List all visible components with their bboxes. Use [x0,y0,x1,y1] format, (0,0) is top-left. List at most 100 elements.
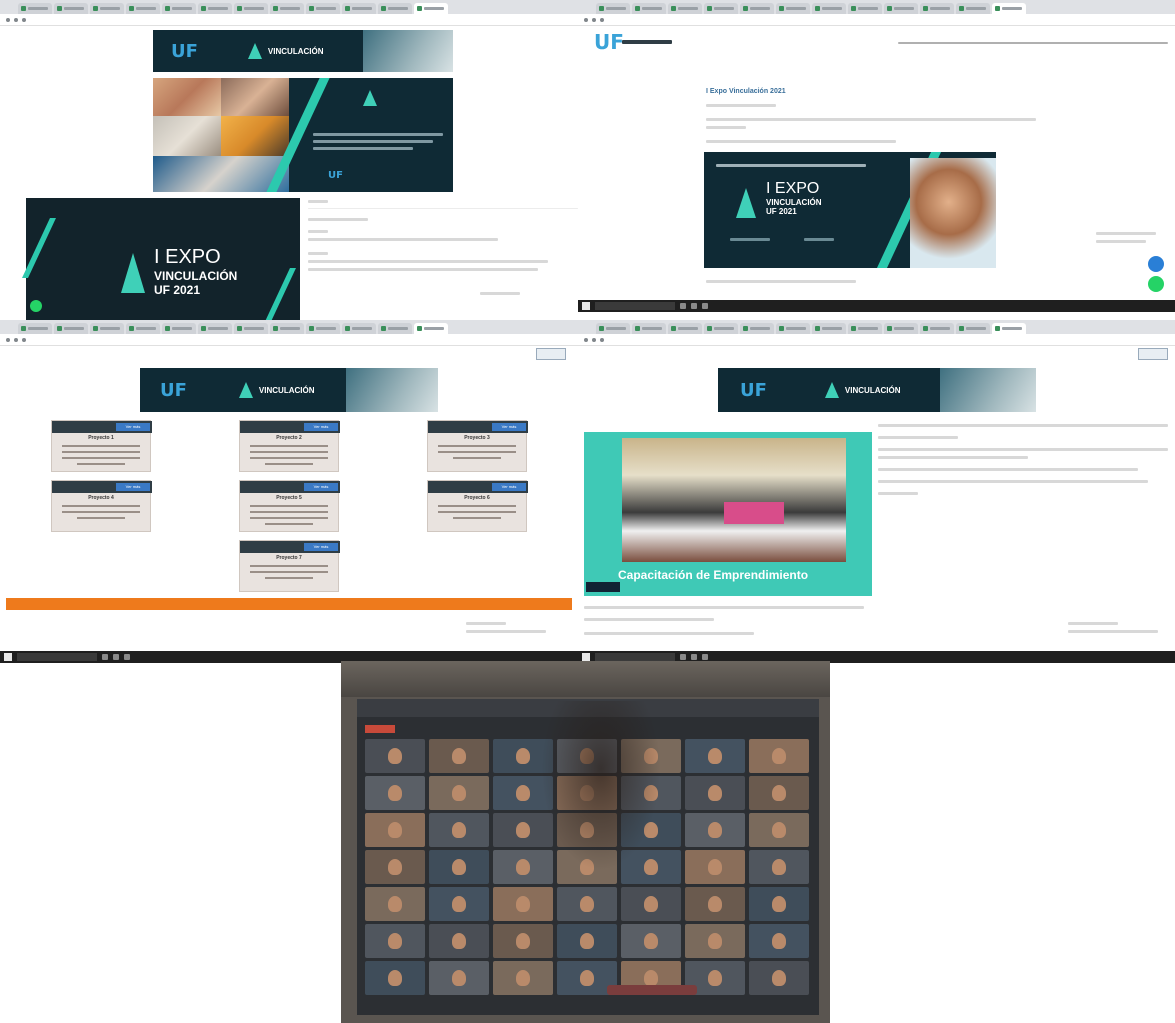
browser-tab-bar[interactable] [578,0,1175,14]
participant-tile[interactable] [749,739,809,773]
browser-tab-bar[interactable] [0,320,578,334]
browser-tab[interactable] [18,323,52,334]
browser-tab[interactable] [596,323,630,334]
project-card[interactable]: Ver más Proyecto 3 [427,420,528,472]
taskbar-app-icon[interactable] [113,654,119,660]
browser-tab[interactable] [668,3,702,14]
browser-tab[interactable] [776,3,810,14]
browser-tab[interactable] [596,3,630,14]
address-bar[interactable] [578,334,1175,346]
browser-tab[interactable] [884,323,918,334]
browser-tab-active[interactable] [414,323,448,334]
browser-tab[interactable] [126,3,160,14]
site-corner-logo[interactable] [536,348,566,360]
participant-tile[interactable] [621,924,681,958]
browser-tab[interactable] [306,323,340,334]
project-card[interactable]: Ver más Proyecto 2 [239,420,340,472]
project-more-button[interactable]: Ver más [116,423,150,431]
site-logo[interactable]: UF [594,30,624,54]
meeting-controls[interactable] [607,985,697,995]
participant-tile[interactable] [685,776,745,810]
participant-tile[interactable] [429,739,489,773]
participant-tile[interactable] [685,887,745,921]
taskbar-search-field[interactable] [595,302,675,310]
browser-tab[interactable] [812,3,846,14]
taskbar-app-icon[interactable] [702,303,708,309]
browser-tab[interactable] [704,3,738,14]
forward-icon[interactable] [14,337,18,342]
browser-tab[interactable] [90,3,124,14]
browser-tab-active[interactable] [414,3,448,14]
participant-tile[interactable] [749,924,809,958]
site-corner-logo[interactable] [1138,348,1168,360]
browser-tab[interactable] [162,3,196,14]
project-more-button[interactable]: Ver más [304,543,338,551]
whatsapp-icon[interactable] [30,300,42,312]
project-card[interactable]: Ver más Proyecto 5 [239,480,340,532]
browser-tab[interactable] [740,323,774,334]
browser-tab[interactable] [884,3,918,14]
browser-tab[interactable] [90,323,124,334]
browser-tab[interactable] [162,323,196,334]
participant-tile[interactable] [749,776,809,810]
taskbar-app-icon[interactable] [124,654,130,660]
participant-tile[interactable] [429,887,489,921]
participant-tile[interactable] [429,924,489,958]
browser-tab[interactable] [234,3,268,14]
participant-tile[interactable] [685,739,745,773]
back-icon[interactable] [584,17,588,22]
browser-tab[interactable] [126,323,160,334]
reload-icon[interactable] [600,337,604,342]
participant-tile[interactable] [365,961,425,995]
browser-tab[interactable] [342,323,376,334]
windows-start-icon[interactable] [4,653,12,661]
taskbar-app-icon[interactable] [691,654,697,660]
browser-tab[interactable] [740,3,774,14]
participant-tile[interactable] [429,813,489,847]
participant-tile[interactable] [749,813,809,847]
taskbar-search-field[interactable] [595,653,675,661]
reload-icon[interactable] [22,17,26,22]
video-player[interactable]: I EXPO VINCULACIÓN UF 2021 [22,198,300,320]
browser-tab[interactable] [956,3,990,14]
project-card[interactable]: Ver más Proyecto 1 [51,420,152,472]
browser-tab[interactable] [18,3,52,14]
address-bar[interactable] [578,14,1175,26]
project-more-button[interactable]: Ver más [116,483,150,491]
participant-tile[interactable] [685,850,745,884]
browser-tab[interactable] [848,3,882,14]
browser-tab[interactable] [378,323,412,334]
browser-tab[interactable] [54,323,88,334]
taskbar-search-field[interactable] [17,653,97,661]
forward-icon[interactable] [592,17,596,22]
reload-icon[interactable] [600,17,604,22]
browser-tab[interactable] [270,3,304,14]
taskbar-app-icon[interactable] [691,303,697,309]
address-bar[interactable] [0,334,578,346]
browser-tab[interactable] [812,323,846,334]
browser-tab[interactable] [54,3,88,14]
participant-tile[interactable] [365,924,425,958]
browser-tab[interactable] [632,323,666,334]
participant-tile[interactable] [365,776,425,810]
browser-tab[interactable] [776,323,810,334]
forward-icon[interactable] [14,17,18,22]
participant-tile[interactable] [365,739,425,773]
browser-tab[interactable] [632,3,666,14]
taskbar-app-icon[interactable] [680,303,686,309]
browser-tab[interactable] [342,3,376,14]
browser-tab[interactable] [920,3,954,14]
participant-tile[interactable] [493,887,553,921]
project-more-button[interactable]: Ver más [492,423,526,431]
back-icon[interactable] [584,337,588,342]
participant-tile[interactable] [749,850,809,884]
participant-tile[interactable] [685,813,745,847]
browser-tab-active[interactable] [992,323,1026,334]
windows-start-icon[interactable] [582,653,590,661]
messenger-icon[interactable] [1148,256,1164,272]
taskbar-app-icon[interactable] [102,654,108,660]
participant-tile[interactable] [749,887,809,921]
browser-tab[interactable] [704,323,738,334]
participant-tile[interactable] [493,961,553,995]
participant-tile[interactable] [493,924,553,958]
